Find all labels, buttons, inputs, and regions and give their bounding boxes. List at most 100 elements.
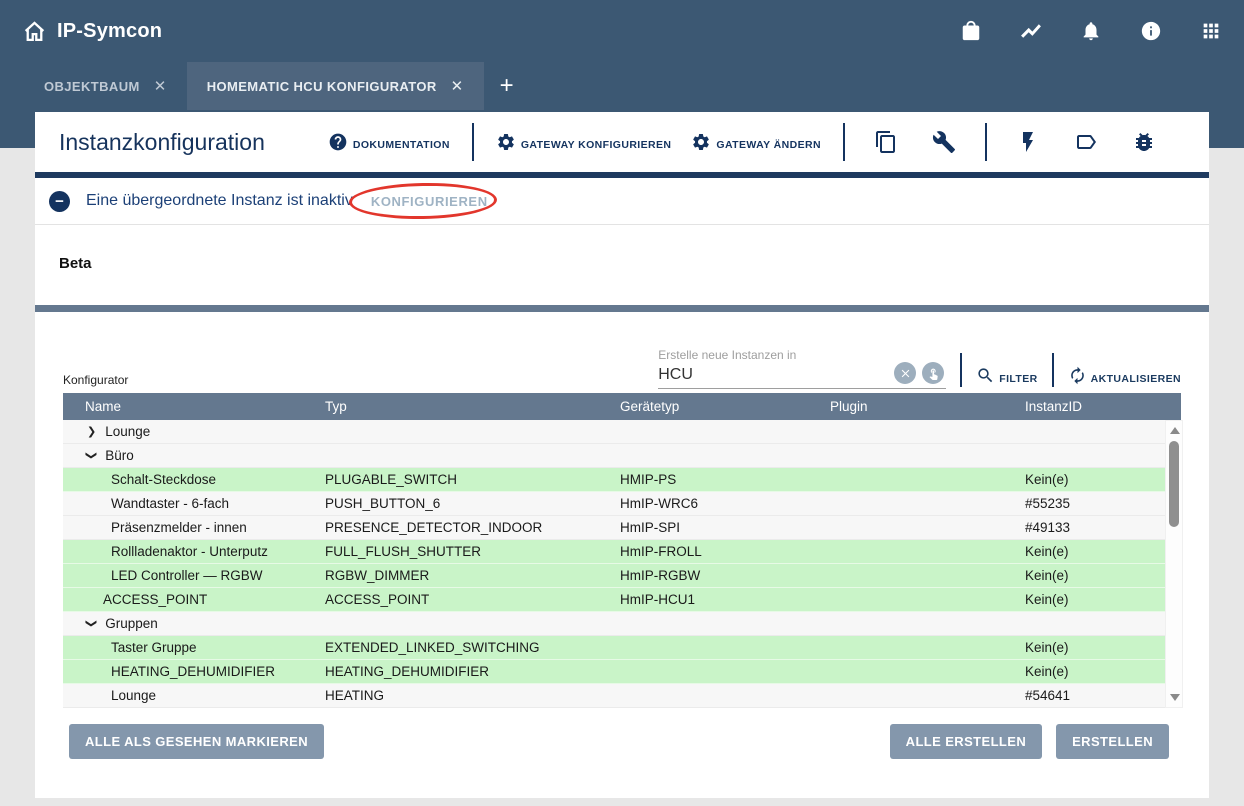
row-instanz: Kein(e) (1025, 472, 1145, 487)
add-tab-button[interactable]: + (484, 62, 530, 110)
row-geraetetyp: HMIP-PS (620, 472, 830, 487)
tab-label: HOMEMATIC HCU KONFIGURATOR (207, 79, 437, 94)
beta-label: Beta (59, 255, 1185, 272)
row-typ: PRESENCE_DETECTOR_INDOOR (325, 520, 620, 535)
create-button[interactable]: ERSTELLEN (1056, 724, 1169, 759)
column-header-geraetetyp: Gerätetyp (620, 399, 830, 414)
section-divider (35, 305, 1209, 312)
device-row[interactable]: ACCESS_POINTACCESS_POINTHmIP-HCU1Kein(e) (63, 588, 1181, 612)
row-instanz: #54641 (1025, 688, 1145, 703)
row-name: Präsenzmelder - innen (111, 520, 247, 535)
lightning-icon[interactable] (1016, 130, 1040, 154)
parent-inactive-notice: − Eine übergeordnete Instanz ist inaktiv… (35, 178, 1209, 225)
page-title: Instanzkonfiguration (59, 129, 265, 156)
device-row[interactable]: Wandtaster - 6-fachPUSH_BUTTON_6HmIP-WRC… (63, 492, 1181, 516)
gateway-change-button[interactable]: GATEWAY ÄNDERN (691, 132, 821, 152)
toolbar-actions: DOKUMENTATION GATEWAY KONFIGURIEREN GATE… (318, 123, 1173, 161)
device-row[interactable]: LED Controller — RGBWRGBW_DIMMERHmIP-RGB… (63, 564, 1181, 588)
device-row[interactable]: Taster GruppeEXTENDED_LINKED_SWITCHINGKe… (63, 636, 1181, 660)
table-header: Name Typ Gerätetyp Plugin InstanzID (63, 393, 1181, 420)
scrollbar-thumb[interactable] (1169, 441, 1179, 527)
konfigurator-panel: Konfigurator Erstelle neue Instanzen in … (35, 312, 1209, 708)
create-all-button[interactable]: ALLE ERSTELLEN (890, 724, 1042, 759)
create-in-input[interactable] (658, 366, 892, 384)
row-name: Rollladenaktor - Unterputz (111, 544, 268, 559)
row-name: Schalt-Steckdose (111, 472, 216, 487)
create-in-field: Erstelle neue Instanzen in (658, 348, 946, 389)
tree-group-row[interactable]: ❯ Büro (63, 444, 1181, 468)
row-typ: PLUGABLE_SWITCH (325, 472, 620, 487)
row-name: Büro (105, 448, 134, 463)
row-name: Wandtaster - 6-fach (111, 496, 229, 511)
expand-icon[interactable]: ❯ (87, 425, 96, 438)
filter-button[interactable]: FILTER (976, 366, 1037, 389)
row-name: Taster Gruppe (111, 640, 197, 655)
create-in-buttons (894, 362, 944, 384)
tab-objektbaum[interactable]: OBJEKTBAUM ✕ (24, 62, 187, 110)
close-icon[interactable]: ✕ (451, 77, 464, 95)
column-header-instanzid: InstanzID (1025, 399, 1145, 414)
row-name: HEATING_DEHUMIDIFIER (111, 664, 275, 679)
row-typ: ACCESS_POINT (325, 592, 620, 607)
refresh-button[interactable]: AKTUALISIEREN (1068, 366, 1181, 389)
device-row[interactable]: Schalt-Steckdose PLUGABLE_SWITCHHMIP-PS Ke… (63, 468, 1181, 492)
row-geraetetyp: HmIP-FROLL (620, 544, 830, 559)
gear-icon (691, 132, 711, 152)
vertical-scrollbar[interactable] (1165, 420, 1183, 708)
konfigurator-label: Konfigurator (63, 373, 128, 387)
collapse-icon[interactable]: ❯ (85, 619, 98, 628)
toolbar-separator (472, 123, 474, 161)
apps-grid-icon[interactable] (1200, 20, 1222, 42)
tag-icon[interactable] (1074, 130, 1098, 154)
column-header-name: Name (63, 399, 325, 414)
bug-icon[interactable] (1132, 130, 1156, 154)
mark-all-seen-button[interactable]: ALLE ALS GESEHEN MARKIEREN (69, 724, 324, 759)
row-geraetetyp: HmIP-HCU1 (620, 592, 830, 607)
device-row[interactable]: Rollladenaktor - UnterputzFULL_FLUSH_SHU… (63, 540, 1181, 564)
clear-icon[interactable] (894, 362, 916, 384)
filter-separator (960, 353, 962, 387)
close-icon[interactable]: ✕ (154, 77, 167, 95)
tree-group-row[interactable]: ❯ Lounge (63, 420, 1181, 444)
row-name: Lounge (111, 688, 156, 703)
tree-group-row[interactable]: ❯Gruppen (63, 612, 1181, 636)
device-row[interactable]: Lounge HEATING #54641 (63, 684, 1181, 708)
device-row[interactable]: Präsenzmelder - innen PRESENCE_DETECTOR_I… (63, 516, 1181, 540)
select-target-icon[interactable] (922, 362, 944, 384)
row-instanz: #55235 (1025, 496, 1145, 511)
row-typ: EXTENDED_LINKED_SWITCHING (325, 640, 620, 655)
table-body: ❯ Lounge ❯ Büro Schalt-Steckdose PLUGABLE_SWI… (63, 420, 1181, 708)
notice-text: Eine übergeordnete Instanz ist inaktiv (86, 192, 353, 210)
footer-actions: ALLE ALS GESEHEN MARKIEREN ALLE ERSTELLE… (35, 708, 1209, 759)
trending-icon[interactable] (1020, 20, 1042, 42)
search-icon (976, 366, 995, 385)
row-instanz: #49133 (1025, 520, 1145, 535)
tab-bar: OBJEKTBAUM ✕ HOMEMATIC HCU KONFIGURATOR … (0, 62, 1244, 110)
row-typ: PUSH_BUTTON_6 (325, 496, 620, 511)
gateway-configure-button[interactable]: GATEWAY KONFIGURIEREN (496, 132, 672, 152)
row-name: Lounge (105, 424, 150, 439)
create-in-label: Erstelle neue Instanzen in (658, 348, 892, 362)
tab-homematic-hcu-konfigurator[interactable]: HOMEMATIC HCU KONFIGURATOR ✕ (187, 62, 484, 110)
konfigurieren-button[interactable]: KONFIGURIEREN (365, 190, 494, 213)
wrench-icon[interactable] (932, 130, 956, 154)
store-icon[interactable] (960, 20, 982, 42)
row-instanz: Kein(e) (1025, 568, 1145, 583)
notifications-icon[interactable] (1080, 20, 1102, 42)
column-header-typ: Typ (325, 399, 620, 414)
info-icon[interactable] (1140, 20, 1162, 42)
filter-controls: Erstelle neue Instanzen in FILTER AKTUAL… (658, 348, 1181, 389)
beta-section: Beta (35, 225, 1209, 305)
device-row[interactable]: HEATING_DEHUMIDIFIERHEATING_DEHUMIDIFIER… (63, 660, 1181, 684)
scroll-down-icon[interactable] (1170, 694, 1180, 701)
device-table: Name Typ Gerätetyp Plugin InstanzID ❯ Lou… (63, 393, 1181, 708)
row-name: LED Controller — RGBW (111, 568, 263, 583)
copy-icon[interactable] (874, 130, 898, 154)
scroll-up-icon[interactable] (1170, 427, 1180, 434)
app-header: IP-Symcon (0, 0, 1244, 62)
column-header-plugin: Plugin (830, 399, 1025, 414)
collapse-icon[interactable]: ❯ (85, 451, 98, 460)
row-typ: HEATING (325, 688, 620, 703)
minus-circle-icon: − (49, 191, 70, 212)
documentation-button[interactable]: DOKUMENTATION (328, 132, 450, 152)
